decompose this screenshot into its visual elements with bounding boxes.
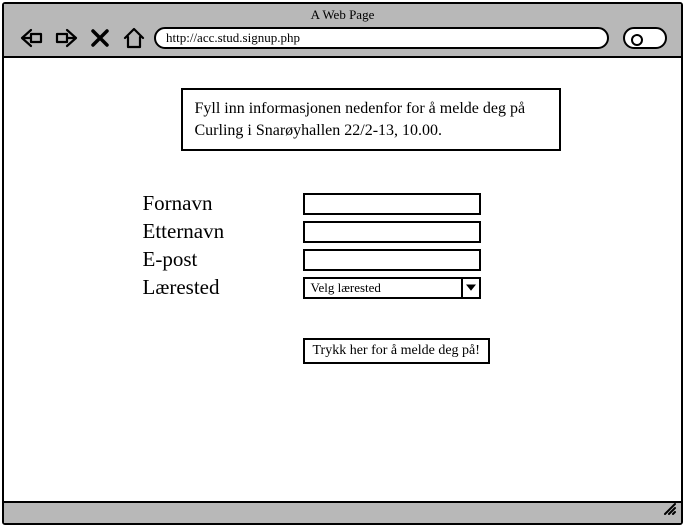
input-fornavn[interactable] [303,193,481,215]
search-button[interactable] [623,27,667,49]
statusbar [4,501,681,523]
instructions-box: Fyll inn informasjonen nedenfor for å me… [181,88,561,151]
label-fornavn: Fornavn [143,191,303,216]
select-laerested[interactable]: Velg lærested [303,277,481,299]
browser-window: A Web Page http://acc.stud.signup.php Fy… [2,2,683,525]
input-etternavn[interactable] [303,221,481,243]
row-etternavn: Etternavn [143,219,563,244]
home-button[interactable] [120,26,148,50]
url-text: http://acc.stud.signup.php [166,29,300,47]
row-laerested: Lærested Velg lærested [143,275,563,300]
toolbar: http://acc.stud.signup.php [4,26,681,50]
chevron-down-icon [461,279,479,297]
resize-grip-icon[interactable] [661,500,677,521]
forward-button[interactable] [52,26,80,50]
input-epost[interactable] [303,249,481,271]
label-laerested: Lærested [143,275,303,300]
url-input[interactable]: http://acc.stud.signup.php [154,27,609,49]
titlebar: A Web Page http://acc.stud.signup.php [4,4,681,58]
row-fornavn: Fornavn [143,191,563,216]
row-epost: E-post [143,247,563,272]
stop-button[interactable] [86,26,114,50]
select-value: Velg lærested [311,280,381,296]
submit-row: Trykk her for å melde deg på! [303,338,563,364]
window-title: A Web Page [4,6,681,26]
page-content: Fyll inn informasjonen nedenfor for å me… [4,58,681,501]
submit-button[interactable]: Trykk her for å melde deg på! [303,338,490,364]
back-button[interactable] [18,26,46,50]
signup-form: Fornavn Etternavn E-post Lærested Velg l… [143,191,563,364]
label-epost: E-post [143,247,303,272]
label-etternavn: Etternavn [143,219,303,244]
